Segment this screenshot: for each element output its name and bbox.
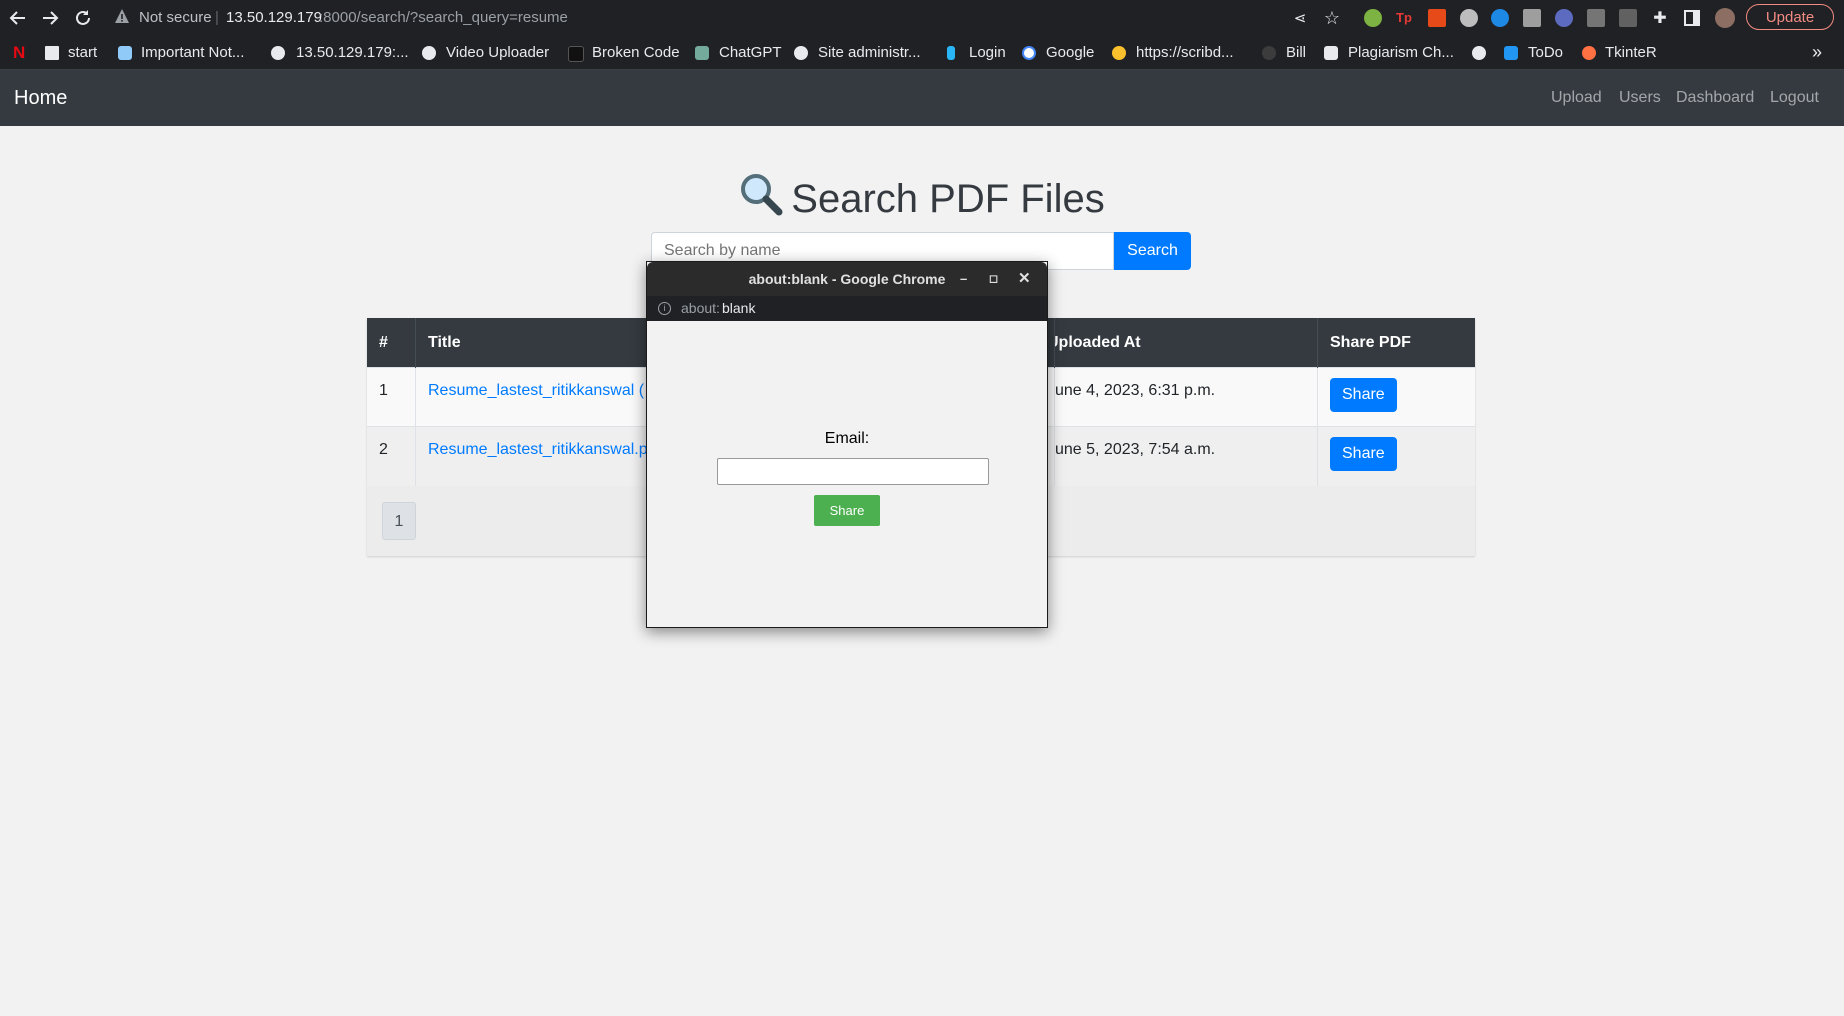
bookmark-icon <box>947 46 955 60</box>
bookmark-item[interactable]: ChatGPT <box>719 36 782 69</box>
share-popup-window: about:blank - Google Chrome – ◻ ✕ i abou… <box>646 261 1048 628</box>
pdf-title-link[interactable]: Resume_lastest_ritikkanswal.p <box>428 441 648 458</box>
row-share-cell: Share <box>1317 426 1475 486</box>
row-uploaded-at: une 5, 2023, 7:54 a.m. <box>1054 426 1318 486</box>
info-icon: i <box>658 302 671 315</box>
security-label: Not secure <box>139 9 212 26</box>
bookmark-icon <box>118 46 132 60</box>
url-path: :8000/search/?search_query=resume <box>319 9 568 26</box>
google-icon <box>1022 46 1036 60</box>
address-bar[interactable]: Not secure | 13.50.129.179 :8000/search/… <box>104 4 1364 32</box>
popup-url-scheme: about: <box>681 300 720 316</box>
column-header-share: Share PDF <box>1317 318 1475 368</box>
browser-toolbar: Not secure | 13.50.129.179 :8000/search/… <box>0 0 1844 36</box>
folder-icon <box>45 46 59 60</box>
bookmark-item[interactable]: ToDo <box>1528 36 1563 69</box>
bookmark-item[interactable]: TkinteR <box>1605 36 1657 69</box>
nav-users-link[interactable]: Users <box>1619 70 1661 126</box>
pagination-page-1[interactable]: 1 <box>382 502 416 540</box>
back-icon[interactable] <box>6 6 30 30</box>
bookmark-item[interactable]: Plagiarism Ch... <box>1348 36 1454 69</box>
puzzle-icon[interactable]: ✚ <box>1648 6 1672 30</box>
nav-dashboard-link[interactable]: Dashboard <box>1676 70 1754 126</box>
bookmark-item[interactable]: Site administr... <box>818 36 921 69</box>
page-title: Search PDF Files <box>0 172 1844 222</box>
email-label: Email: <box>824 430 870 447</box>
more-bookmarks-button[interactable]: » <box>1812 36 1822 69</box>
share-page-icon[interactable]: ⋖ <box>1288 6 1312 30</box>
reload-icon[interactable] <box>71 6 95 30</box>
magnifying-glass-icon <box>739 172 783 216</box>
bookmark-item[interactable]: Broken Code <box>592 36 680 69</box>
row-number: 1 <box>367 367 416 427</box>
column-header-number: # <box>367 318 416 368</box>
pdf-title-link[interactable]: Resume_lastest_ritikkanswal ( <box>428 382 644 399</box>
bookmark-item[interactable]: Video Uploader <box>446 36 549 69</box>
download-icon[interactable] <box>1523 9 1541 27</box>
scribd-icon <box>1112 46 1126 60</box>
bookmark-item[interactable]: 13.50.129.179:... <box>296 36 409 69</box>
bookmark-icon <box>568 46 584 62</box>
globe-icon <box>422 46 436 60</box>
bookmark-icon <box>1324 46 1338 60</box>
bookmarks-bar: N start Important Not... 13.50.129.179:.… <box>0 36 1844 70</box>
extension-icon[interactable] <box>1587 9 1605 27</box>
warning-icon <box>114 4 130 32</box>
globe-icon <box>271 46 285 60</box>
globe-icon <box>794 46 808 60</box>
bookmark-star-icon[interactable]: ☆ <box>1320 6 1344 30</box>
bookmark-icon <box>1582 46 1596 60</box>
extension-icon[interactable] <box>1460 9 1478 27</box>
bookmark-icon <box>1262 46 1276 60</box>
nav-logout-link[interactable]: Logout <box>1770 70 1819 126</box>
column-header-uploaded-at: Uploaded At <box>1054 318 1318 368</box>
popup-url-rest: blank <box>722 300 756 316</box>
minimize-icon[interactable]: – <box>960 262 967 296</box>
site-navbar: Home Upload Users Dashboard Logout <box>0 70 1844 126</box>
email-input[interactable] <box>717 458 989 485</box>
bookmark-item[interactable]: start <box>68 36 97 69</box>
update-button[interactable]: Update <box>1746 4 1834 30</box>
bookmark-item[interactable]: Google <box>1046 36 1094 69</box>
share-button[interactable]: Share <box>1330 437 1397 471</box>
row-share-cell: Share <box>1317 367 1475 427</box>
side-panel-icon[interactable] <box>1680 6 1704 30</box>
extension-icon[interactable] <box>1619 9 1637 27</box>
page-title-text: Search PDF Files <box>791 177 1105 221</box>
share-button[interactable]: Share <box>1330 378 1397 412</box>
maximize-icon[interactable]: ◻ <box>989 262 998 296</box>
bookmark-item[interactable]: Important Not... <box>141 36 244 69</box>
close-icon[interactable]: ✕ <box>1018 262 1031 296</box>
nav-upload-link[interactable]: Upload <box>1551 70 1602 126</box>
home-link[interactable]: Home <box>14 70 67 126</box>
todo-icon <box>1504 46 1518 60</box>
row-uploaded-at: une 4, 2023, 6:31 p.m. <box>1054 367 1318 427</box>
popup-title: about:blank - Google Chrome <box>748 271 946 287</box>
extension-icon[interactable] <box>1364 9 1382 27</box>
extension-icon[interactable]: Tp <box>1396 9 1414 27</box>
globe-icon <box>1472 46 1486 60</box>
extension-icon[interactable] <box>1428 9 1446 27</box>
bookmark-item[interactable]: Bill <box>1286 36 1306 69</box>
row-number: 2 <box>367 426 416 486</box>
chatgpt-icon <box>695 46 709 60</box>
avatar[interactable] <box>1715 8 1735 28</box>
forward-icon[interactable] <box>38 6 62 30</box>
popup-share-button[interactable]: Share <box>814 495 880 526</box>
popup-titlebar: about:blank - Google Chrome – ◻ ✕ <box>647 262 1047 296</box>
bookmark-item[interactable]: Login <box>969 36 1006 69</box>
column-header-uploaded-at-text: Uploaded At <box>1047 333 1141 351</box>
netflix-icon[interactable]: N <box>13 36 25 69</box>
url-separator: | <box>215 9 219 26</box>
extension-icon[interactable] <box>1555 9 1573 27</box>
search-button[interactable]: Search <box>1114 232 1191 270</box>
popup-address-bar: i about: blank <box>647 296 1047 321</box>
url-host: 13.50.129.179 <box>226 9 322 26</box>
bookmark-item[interactable]: https://scribd... <box>1136 36 1234 69</box>
extension-icon[interactable] <box>1491 9 1509 27</box>
